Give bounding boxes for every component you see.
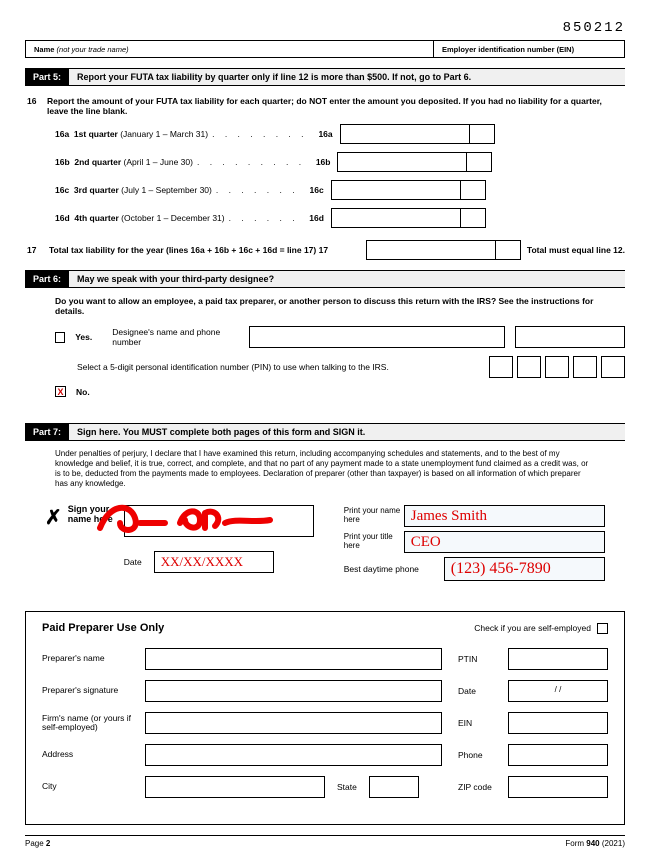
part6-label: Part 6: bbox=[25, 271, 69, 287]
line16-intro: 16 Report the amount of your FUTA tax li… bbox=[25, 96, 625, 116]
part5-label: Part 5: bbox=[25, 69, 69, 85]
pin-digit-3[interactable] bbox=[545, 356, 569, 378]
checkbox-yes[interactable] bbox=[55, 332, 65, 343]
checkbox-no[interactable]: X bbox=[55, 386, 66, 397]
signature-scribble-icon bbox=[95, 498, 305, 538]
header-row: Name (not your trade name) Employer iden… bbox=[25, 40, 625, 58]
preparer-ein-input[interactable] bbox=[508, 712, 608, 734]
preparer-name-input[interactable] bbox=[145, 648, 442, 670]
paid-preparer-section: Paid Preparer Use Only Check if you are … bbox=[25, 611, 625, 825]
perjury-text: Under penalties of perjury, I declare th… bbox=[25, 441, 625, 497]
sign-date-input[interactable]: XX/XX/XXXX bbox=[154, 551, 274, 573]
pin-digit-2[interactable] bbox=[517, 356, 541, 378]
amount-16a[interactable] bbox=[340, 124, 495, 144]
amount-17[interactable] bbox=[366, 240, 521, 260]
part7-label: Part 7: bbox=[25, 424, 69, 440]
part5-title: Report your FUTA tax liability by quarte… bbox=[69, 69, 479, 85]
part7-bar: Part 7: Sign here. You MUST complete bot… bbox=[25, 423, 625, 441]
checkbox-self-employed[interactable] bbox=[597, 623, 608, 634]
preparer-signature-input[interactable] bbox=[145, 680, 442, 702]
line-16a: 16a 1st quarter (January 1 – March 31) .… bbox=[55, 124, 625, 144]
part6-title: May we speak with your third-party desig… bbox=[69, 271, 282, 287]
zip-input[interactable] bbox=[508, 776, 608, 798]
ptin-input[interactable] bbox=[508, 648, 608, 670]
name-cell[interactable]: Name (not your trade name) bbox=[26, 41, 434, 57]
signature-x-icon: ✗ bbox=[45, 505, 62, 530]
amount-16d[interactable] bbox=[331, 208, 486, 228]
line-17: 17 Total tax liability for the year (lin… bbox=[25, 240, 625, 260]
part6-bar: Part 6: May we speak with your third-par… bbox=[25, 270, 625, 288]
print-name-input[interactable]: James Smith bbox=[404, 505, 605, 527]
part5-bar: Part 5: Report your FUTA tax liability b… bbox=[25, 68, 625, 86]
address-input[interactable] bbox=[145, 744, 442, 766]
state-input[interactable] bbox=[369, 776, 419, 798]
designee-phone-input[interactable] bbox=[515, 326, 625, 348]
preparer-phone-input[interactable] bbox=[508, 744, 608, 766]
line-16c: 16c 3rd quarter (July 1 – September 30) … bbox=[55, 180, 625, 200]
amount-16c[interactable] bbox=[331, 180, 486, 200]
part7-title: Sign here. You MUST complete both pages … bbox=[69, 424, 373, 440]
signature-box[interactable] bbox=[124, 505, 314, 537]
preparer-date-input[interactable]: / / bbox=[508, 680, 608, 702]
line-16b: 16b 2nd quarter (April 1 – June 30) . . … bbox=[55, 152, 625, 172]
part6-body: Do you want to allow an employee, a paid… bbox=[25, 288, 625, 413]
city-input[interactable] bbox=[145, 776, 325, 798]
phone-input[interactable]: (123) 456-7890 bbox=[444, 557, 605, 581]
pin-digit-4[interactable] bbox=[573, 356, 597, 378]
designee-name-input[interactable] bbox=[249, 326, 505, 348]
firm-name-input[interactable] bbox=[145, 712, 442, 734]
pin-digit-1[interactable] bbox=[489, 356, 513, 378]
form-page: 850212 Name (not your trade name) Employ… bbox=[0, 0, 650, 868]
form-id-number: 850212 bbox=[25, 20, 625, 36]
line-16d: 16d 4th quarter (October 1 – December 31… bbox=[55, 208, 625, 228]
signature-area: ✗ Sign your name here Date XX/XX/XXXX Pr… bbox=[25, 497, 625, 597]
print-title-input[interactable]: CEO bbox=[404, 531, 605, 553]
amount-16b[interactable] bbox=[337, 152, 492, 172]
page-footer: Page 2 Form 940 (2021) bbox=[25, 835, 625, 848]
ein-cell[interactable]: Employer identification number (EIN) bbox=[434, 41, 624, 57]
pin-digit-5[interactable] bbox=[601, 356, 625, 378]
